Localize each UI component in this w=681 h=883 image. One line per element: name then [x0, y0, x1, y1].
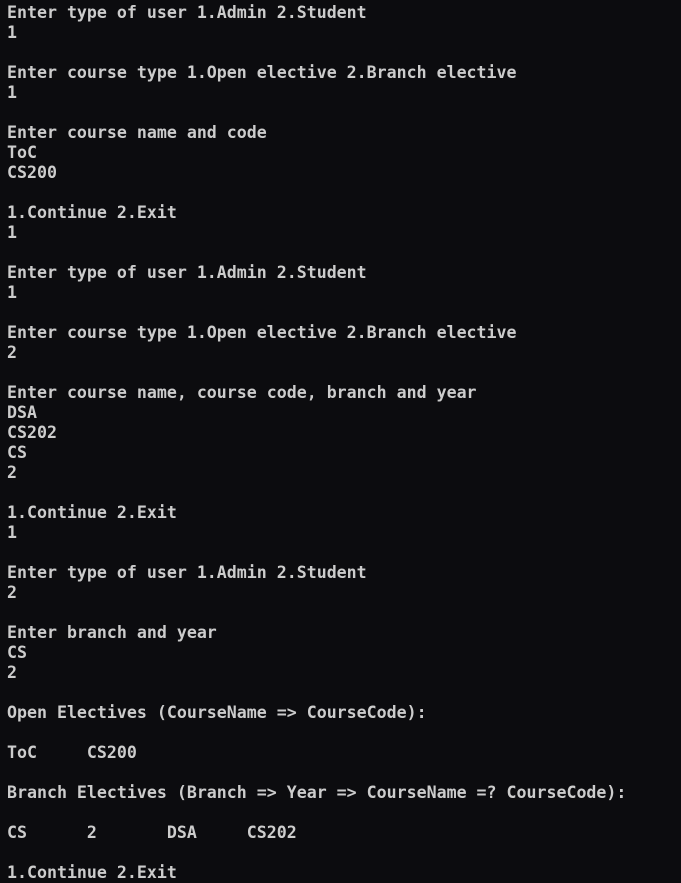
terminal-line: 1 — [7, 283, 17, 302]
terminal-line: 1 — [7, 23, 17, 42]
terminal-line: ToC CS200 — [7, 743, 137, 762]
terminal-line: CS202 — [7, 423, 57, 442]
terminal-line: Enter type of user 1.Admin 2.Student — [7, 563, 367, 582]
terminal-line: 2 — [7, 343, 17, 362]
terminal-line: DSA — [7, 403, 37, 422]
terminal-line: 1 — [7, 223, 17, 242]
terminal-line: ToC — [7, 143, 37, 162]
terminal-line: Enter course type 1.Open elective 2.Bran… — [7, 323, 517, 342]
terminal-line: 1 — [7, 523, 17, 542]
terminal-line: 1.Continue 2.Exit — [7, 503, 177, 522]
terminal-output[interactable]: Enter type of user 1.Admin 2.Student 1 Ent… — [7, 3, 626, 883]
terminal-line: CS — [7, 443, 27, 462]
terminal-line: CS200 — [7, 163, 57, 182]
terminal-line: 2 — [7, 583, 17, 602]
terminal-line: CS — [7, 643, 27, 662]
terminal-line: Enter course name, course code, branch a… — [7, 383, 477, 402]
terminal-line: Enter type of user 1.Admin 2.Student — [7, 3, 367, 22]
terminal-line: Enter branch and year — [7, 623, 217, 642]
terminal-line: 2 — [7, 463, 17, 482]
terminal-line: 1 — [7, 83, 17, 102]
terminal-line: Enter course name and code — [7, 123, 267, 142]
terminal-line: Enter course type 1.Open elective 2.Bran… — [7, 63, 517, 82]
terminal-line: 2 — [7, 663, 17, 682]
terminal-line: CS 2 DSA CS202 — [7, 823, 297, 842]
terminal-line: Open Electives (CourseName => CourseCode… — [7, 703, 427, 722]
terminal-line: 1.Continue 2.Exit — [7, 863, 177, 882]
terminal-line: 1.Continue 2.Exit — [7, 203, 177, 222]
terminal-line: Branch Electives (Branch => Year => Cour… — [7, 783, 627, 802]
terminal-line: Enter type of user 1.Admin 2.Student — [7, 263, 367, 282]
